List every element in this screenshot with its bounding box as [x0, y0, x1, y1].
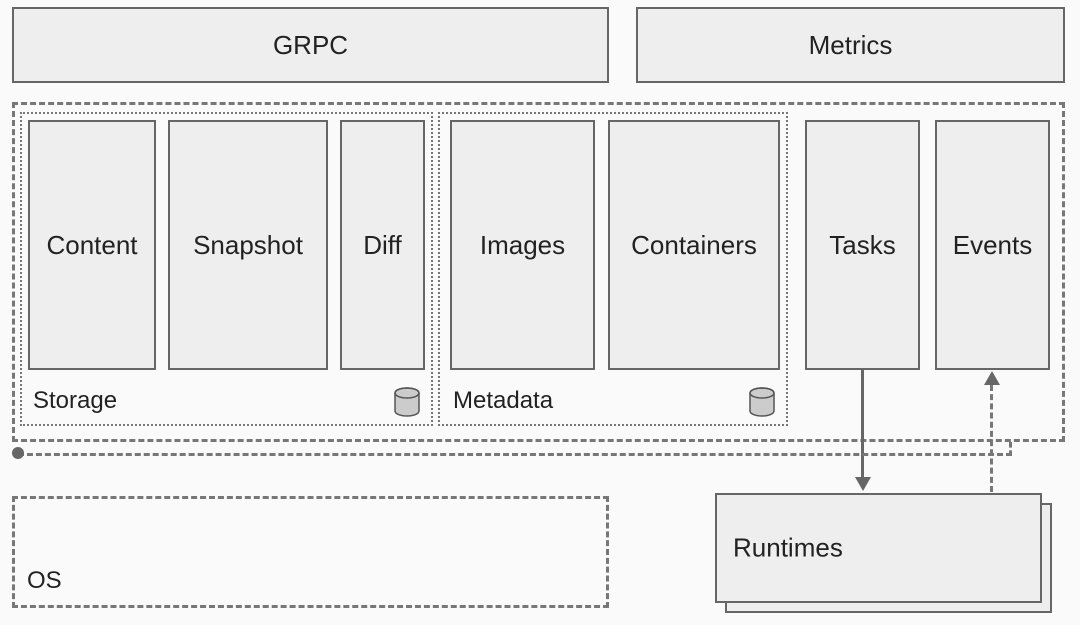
images-box: Images — [450, 120, 595, 370]
tasks-box: Tasks — [805, 120, 920, 370]
connector-dot-icon — [12, 447, 24, 459]
storage-label: Storage — [33, 387, 117, 415]
grpc-box: GRPC — [12, 7, 609, 83]
metadata-label: Metadata — [453, 387, 553, 415]
content-box: Content — [28, 120, 156, 370]
database-icon — [393, 387, 421, 417]
architecture-diagram: GRPC Metrics Storage Metadata Content Sn… — [5, 5, 1075, 620]
os-label: OS — [27, 567, 62, 595]
grpc-label: GRPC — [273, 30, 348, 61]
diff-label: Diff — [363, 230, 402, 261]
content-label: Content — [46, 230, 137, 261]
snapshot-label: Snapshot — [193, 230, 303, 261]
metrics-label: Metrics — [809, 30, 893, 61]
events-box: Events — [935, 120, 1050, 370]
arrow-head-up-icon — [984, 371, 1000, 385]
runtimes-box: Runtimes — [715, 493, 1042, 603]
dashed-connector-corner — [1009, 442, 1012, 456]
runtimes-label: Runtimes — [733, 533, 843, 564]
database-icon — [748, 387, 776, 417]
snapshot-box: Snapshot — [168, 120, 328, 370]
diff-box: Diff — [340, 120, 425, 370]
containers-box: Containers — [608, 120, 780, 370]
metrics-box: Metrics — [636, 7, 1065, 83]
images-label: Images — [480, 230, 565, 261]
arrow-tasks-to-runtimes — [861, 370, 864, 477]
os-box — [12, 496, 609, 608]
dashed-connector-line — [18, 453, 1012, 456]
events-label: Events — [953, 230, 1033, 261]
tasks-label: Tasks — [829, 230, 895, 261]
arrow-head-down-icon — [855, 477, 871, 491]
dashed-arrow-runtimes-to-events — [990, 385, 993, 492]
containers-label: Containers — [631, 230, 757, 261]
